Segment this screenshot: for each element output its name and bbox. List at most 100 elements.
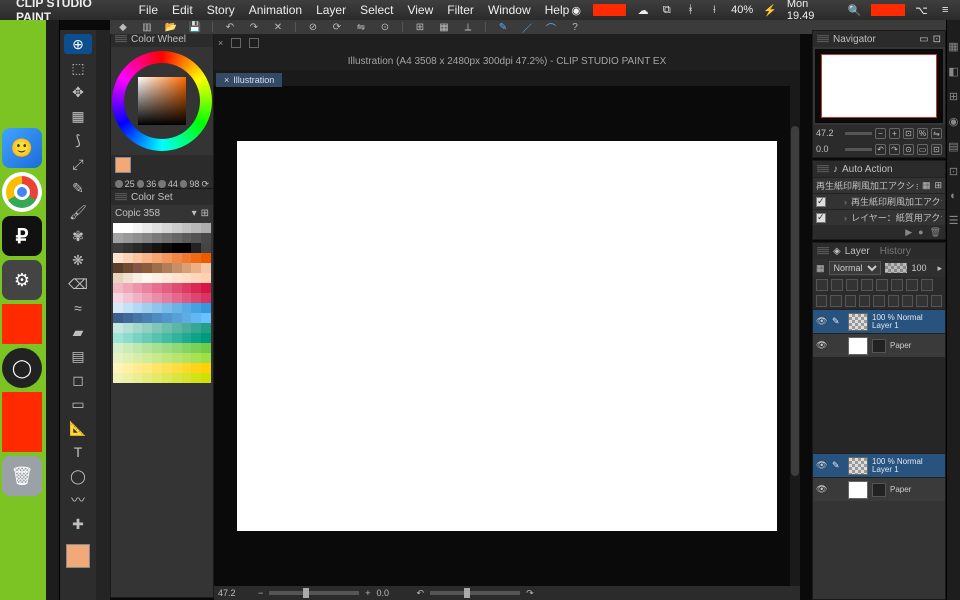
zoom-reset-icon[interactable]: ⊙ [378, 21, 392, 33]
swatch-cell[interactable] [172, 333, 182, 343]
dropbox-icon[interactable]: ⧉ [660, 3, 674, 17]
mask-icon[interactable] [872, 483, 886, 497]
swatch-cell[interactable] [182, 323, 192, 333]
swatch-cell[interactable] [162, 303, 172, 313]
swatch-menu-icon[interactable]: ▾ [192, 208, 197, 219]
swatch-cell[interactable] [123, 363, 133, 373]
min-window-icon[interactable] [231, 38, 241, 48]
rail-icon[interactable]: ▤ [948, 140, 958, 153]
layer-row[interactable]: 👁Paper [813, 333, 945, 357]
visibility-icon[interactable]: 👁 [816, 316, 828, 327]
swatch-cell[interactable] [142, 373, 152, 383]
navigator-preview[interactable] [815, 49, 943, 123]
swatch-cell[interactable] [113, 333, 123, 343]
rot-reset-icon[interactable]: ⊙ [903, 144, 914, 155]
swatch-cell[interactable] [113, 293, 123, 303]
dock-obs-icon[interactable]: ◯ [2, 348, 42, 388]
swatch-cell[interactable] [182, 233, 192, 243]
visibility-icon[interactable]: 👁 [816, 340, 828, 351]
swatch-cell[interactable] [152, 353, 162, 363]
swatch-cell[interactable] [133, 373, 143, 383]
swatch-cell[interactable] [152, 303, 162, 313]
swatch-cell[interactable] [142, 223, 152, 233]
swatch-cell[interactable] [142, 233, 152, 243]
swatch-cell[interactable] [162, 233, 172, 243]
swatch-cell[interactable] [172, 313, 182, 323]
swatch-cell[interactable] [201, 273, 211, 283]
swatch-cell[interactable] [133, 233, 143, 243]
tool-line-edit[interactable]: 〰 [64, 490, 92, 510]
tool-eraser[interactable]: ⌫ [64, 274, 92, 294]
li[interactable] [906, 279, 918, 291]
li[interactable] [876, 279, 888, 291]
li[interactable] [859, 295, 870, 307]
swatch-cell[interactable] [152, 333, 162, 343]
menu-file[interactable]: File [139, 3, 158, 17]
swatch-cell[interactable] [142, 333, 152, 343]
rot-ccw-icon[interactable]: ↶ [417, 588, 425, 599]
ruler-t-icon[interactable]: ⟂ [461, 21, 475, 33]
chevron-right-icon[interactable]: › [844, 213, 847, 223]
swatch-cell[interactable] [142, 303, 152, 313]
swatch-cell[interactable] [172, 253, 182, 263]
edit-icon[interactable]: ✎ [832, 316, 844, 327]
rot-opt-icon[interactable]: ▭ [917, 144, 928, 155]
swatch-cell[interactable] [123, 313, 133, 323]
nav-zoom[interactable]: 47.2 [816, 128, 842, 138]
rail-icon[interactable]: ◧ [948, 65, 958, 78]
swatch-cell[interactable] [201, 243, 211, 253]
swatch-cell[interactable] [133, 243, 143, 253]
menu-layer[interactable]: Layer [316, 3, 346, 17]
li[interactable] [888, 295, 899, 307]
swatch-cell[interactable] [162, 343, 172, 353]
li[interactable] [846, 279, 858, 291]
chevron-right-icon[interactable]: › [844, 197, 847, 207]
rec-indicator-icon[interactable] [593, 4, 626, 16]
swatch-cell[interactable] [201, 333, 211, 343]
opacity-stepper-icon[interactable]: ▸ [937, 263, 942, 274]
zoom-in-icon[interactable]: + [365, 588, 370, 598]
swatch-cell[interactable] [191, 273, 201, 283]
swatch-cell[interactable] [123, 223, 133, 233]
trash-icon[interactable]: 🗑 [930, 227, 941, 238]
swatch-cell[interactable] [201, 283, 211, 293]
swatch-cell[interactable] [123, 353, 133, 363]
menu-view[interactable]: View [407, 3, 433, 17]
flip-icon[interactable]: ⇋ [354, 21, 368, 33]
swatch-cell[interactable] [123, 283, 133, 293]
li[interactable] [861, 279, 873, 291]
snap-icon[interactable]: ⊞ [413, 21, 427, 33]
swatch-cell[interactable] [172, 303, 182, 313]
swatch-cell[interactable] [182, 343, 192, 353]
swatch-cell[interactable] [133, 323, 143, 333]
swatch-cell[interactable] [113, 373, 123, 383]
swatch-cell[interactable] [152, 363, 162, 373]
li[interactable] [891, 279, 903, 291]
swatch-cell[interactable] [172, 323, 182, 333]
dock-sysprefs-icon[interactable]: ⚙ [2, 260, 42, 300]
li[interactable] [845, 295, 856, 307]
bluetooth-icon[interactable]: ᚼ [684, 3, 698, 17]
swatch-cell[interactable] [152, 283, 162, 293]
swatch-cell[interactable] [133, 303, 143, 313]
swatch-cell[interactable] [162, 353, 172, 363]
tool-color-swatch[interactable] [66, 544, 90, 568]
dock-red-app-icon[interactable] [2, 304, 42, 344]
panel-header[interactable]: Navigator▭⊡ [813, 31, 945, 47]
clip-icon[interactable]: ◆ [116, 21, 130, 33]
swatch-cell[interactable] [191, 313, 201, 323]
rot-opt-icon[interactable]: ⊡ [931, 144, 942, 155]
swatch-cell[interactable] [113, 233, 123, 243]
swatch-cell[interactable] [162, 313, 172, 323]
rec-indicator-2-icon[interactable] [871, 4, 904, 16]
rail-icon[interactable]: ◐ [950, 190, 957, 202]
blend-mode-select[interactable]: Normal [829, 261, 881, 275]
battery-pct[interactable]: 40% [731, 4, 753, 16]
vertical-scrollbar[interactable] [790, 86, 800, 586]
swatch-cell[interactable] [152, 313, 162, 323]
swatch-cell[interactable] [152, 293, 162, 303]
rail-icon[interactable]: ⊞ [949, 90, 958, 103]
swatch-cell[interactable] [201, 323, 211, 333]
play-icon[interactable]: ▶ [905, 227, 912, 238]
swatch-cell[interactable] [133, 253, 143, 263]
